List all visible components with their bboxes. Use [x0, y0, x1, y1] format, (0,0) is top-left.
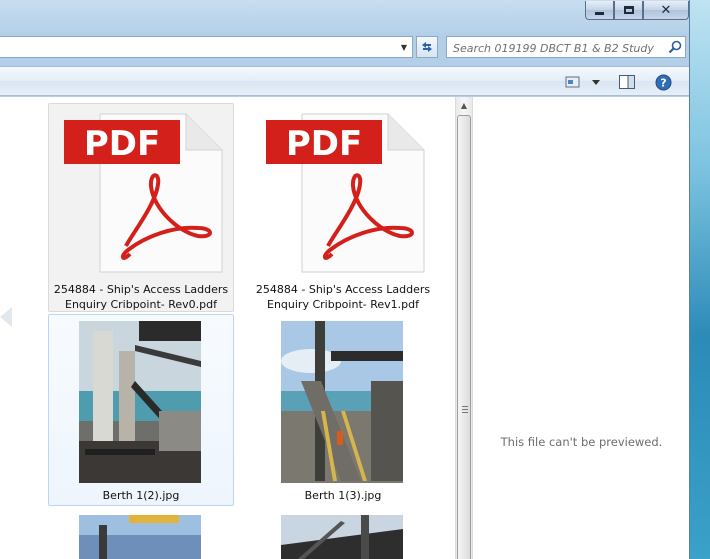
search-box[interactable] — [446, 36, 686, 59]
close-icon: ✕ — [660, 2, 672, 18]
help-icon: ? — [655, 74, 672, 90]
minimize-icon — [595, 11, 604, 15]
maximize-icon — [623, 6, 634, 14]
file-list[interactable]: PDF 254884 - Ship's Access Ladders Enqui… — [0, 97, 455, 559]
image-thumbnail — [281, 321, 403, 483]
file-name: Berth 1(2).jpg — [102, 489, 180, 502]
image-thumbnail — [281, 515, 403, 559]
pdf-badge-label: PDF — [286, 124, 362, 164]
help-button[interactable]: ? — [655, 73, 673, 91]
chevron-up-icon: ▲ — [460, 100, 468, 110]
close-button[interactable]: ✕ — [643, 1, 689, 20]
pdf-badge-label: PDF — [84, 124, 160, 164]
change-view-button[interactable] — [565, 73, 603, 91]
chevron-down-icon — [592, 80, 600, 85]
preview-pane-icon — [619, 75, 635, 89]
search-input[interactable] — [447, 38, 663, 59]
partial-item-left — [0, 307, 12, 327]
scroll-up-button[interactable]: ▲ — [456, 97, 472, 113]
command-bar: ? — [0, 66, 689, 96]
caption-buttons: ✕ — [585, 1, 689, 20]
chevron-down-icon: ▼ — [400, 42, 408, 52]
image-thumbnail — [79, 515, 201, 559]
refresh-icon — [422, 42, 432, 52]
file-name-line1: 254884 - Ship's Access Ladders — [53, 283, 229, 296]
refresh-button[interactable] — [416, 36, 438, 58]
file-name: Berth 1(3).jpg — [304, 489, 382, 502]
image-thumbnail — [79, 321, 201, 483]
pdf-file-icon: PDF — [266, 113, 425, 273]
maximize-button[interactable] — [614, 1, 643, 20]
file-name-line2: Enquiry Cribpoint- Rev0.pdf — [65, 298, 217, 311]
scroll-grip-icon — [462, 406, 468, 414]
address-bar[interactable]: ▼ — [0, 36, 413, 58]
file-name-line1: 254884 - Ship's Access Ladders — [255, 283, 431, 296]
vertical-scrollbar[interactable]: ▲ — [455, 97, 472, 559]
file-item[interactable]: PDF 254884 - Ship's Access Ladders Enqui… — [48, 103, 234, 312]
pdf-file-icon: PDF — [64, 113, 223, 273]
file-item[interactable]: Berth 1(3).jpg — [250, 314, 436, 506]
scroll-thumb[interactable] — [457, 115, 471, 559]
file-item[interactable]: PDF 254884 - Ship's Access Ladders Enqui… — [250, 103, 436, 312]
minimize-button[interactable] — [585, 1, 614, 20]
file-item[interactable] — [48, 510, 234, 559]
file-item[interactable] — [250, 510, 436, 559]
search-icon[interactable] — [668, 40, 682, 54]
address-dropdown-button[interactable]: ▼ — [396, 37, 412, 57]
preview-pane: This file can't be previewed. — [472, 97, 689, 559]
desktop-background — [690, 0, 710, 559]
svg-text:?: ? — [660, 76, 666, 89]
view-icon — [565, 76, 580, 88]
preview-pane-button[interactable] — [619, 73, 637, 91]
file-item[interactable]: Berth 1(2).jpg — [48, 314, 234, 506]
preview-message: This file can't be previewed. — [500, 435, 663, 449]
file-name-line2: Enquiry Cribpoint- Rev1.pdf — [267, 298, 419, 311]
